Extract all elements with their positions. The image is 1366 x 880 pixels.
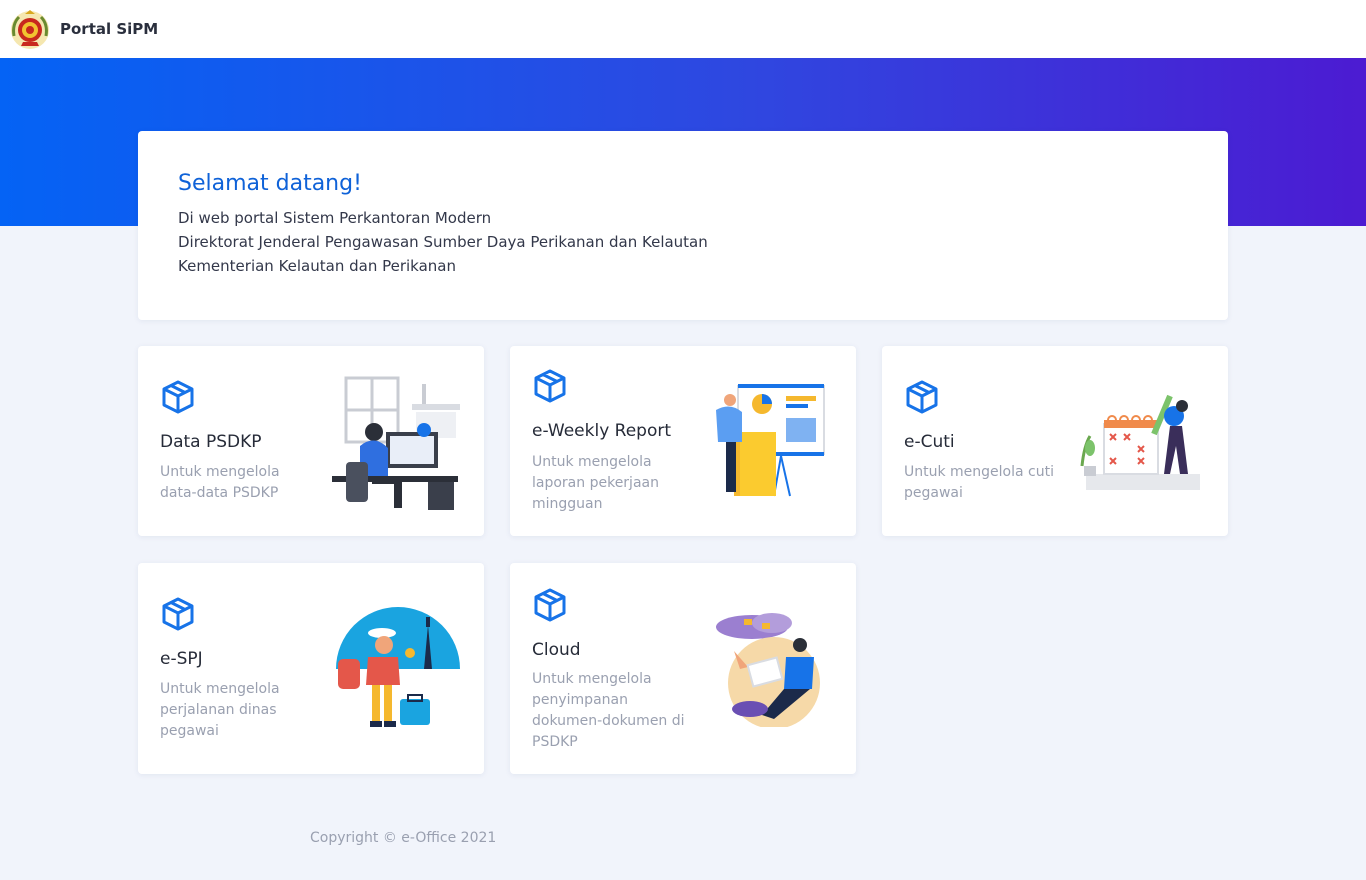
- calendar-leave-illustration: [1080, 394, 1200, 490]
- card-data-psdkp[interactable]: Data PSDKP Untuk mengelola data-data PSD…: [138, 346, 484, 536]
- card-title: Data PSDKP: [160, 432, 262, 452]
- card-description: Untuk mengelola cuti pegawai: [904, 464, 1054, 501]
- office-worker-illustration: [332, 376, 460, 510]
- welcome-line-3: Kementerian Kelautan dan Perikanan: [178, 257, 456, 275]
- card-title: Cloud: [532, 640, 581, 660]
- cube-icon: [162, 597, 194, 631]
- presentation-illustration: [716, 384, 825, 497]
- welcome-title: Selamat datang!: [178, 171, 362, 196]
- cube-icon: [906, 380, 938, 414]
- card-cloud[interactable]: Cloud Untuk mengelola penyimpanan dokume…: [510, 563, 856, 774]
- welcome-card: Selamat datang! Di web portal Sistem Per…: [138, 131, 1228, 320]
- card-e-cuti[interactable]: e-Cuti Untuk mengelola cuti pegawai: [882, 346, 1228, 536]
- emblem-icon[interactable]: [9, 8, 51, 50]
- top-navbar: Portal SiPM: [0, 0, 1366, 58]
- welcome-line-1: Di web portal Sistem Perkantoran Modern: [178, 209, 492, 227]
- card-e-spj[interactable]: e-SPJ Untuk mengelola perjalanan dinas p…: [138, 563, 484, 774]
- card-description: Untuk mengelola data-data PSDKP: [160, 464, 280, 501]
- brand-title[interactable]: Portal SiPM: [60, 20, 158, 38]
- traveler-illustration: [336, 607, 460, 727]
- copyright-footer: Copyright © e-Office 2021: [310, 830, 497, 846]
- card-title: e-Weekly Report: [532, 421, 672, 441]
- card-description: Untuk mengelola penyimpanan dokumen-doku…: [532, 671, 685, 750]
- cloud-storage-illustration: [716, 613, 820, 727]
- cube-icon: [534, 369, 566, 403]
- card-title: e-Cuti: [904, 432, 955, 452]
- cube-icon: [162, 380, 194, 414]
- card-description: Untuk mengelola perjalanan dinas pegawai: [160, 681, 280, 739]
- cube-icon: [534, 588, 566, 622]
- card-title: e-SPJ: [160, 649, 203, 669]
- card-description: Untuk mengelola laporan pekerjaan minggu…: [532, 454, 659, 512]
- card-e-weekly-report[interactable]: e-Weekly Report Untuk mengelola laporan …: [510, 346, 856, 536]
- welcome-line-2: Direktorat Jenderal Pengawasan Sumber Da…: [178, 233, 708, 251]
